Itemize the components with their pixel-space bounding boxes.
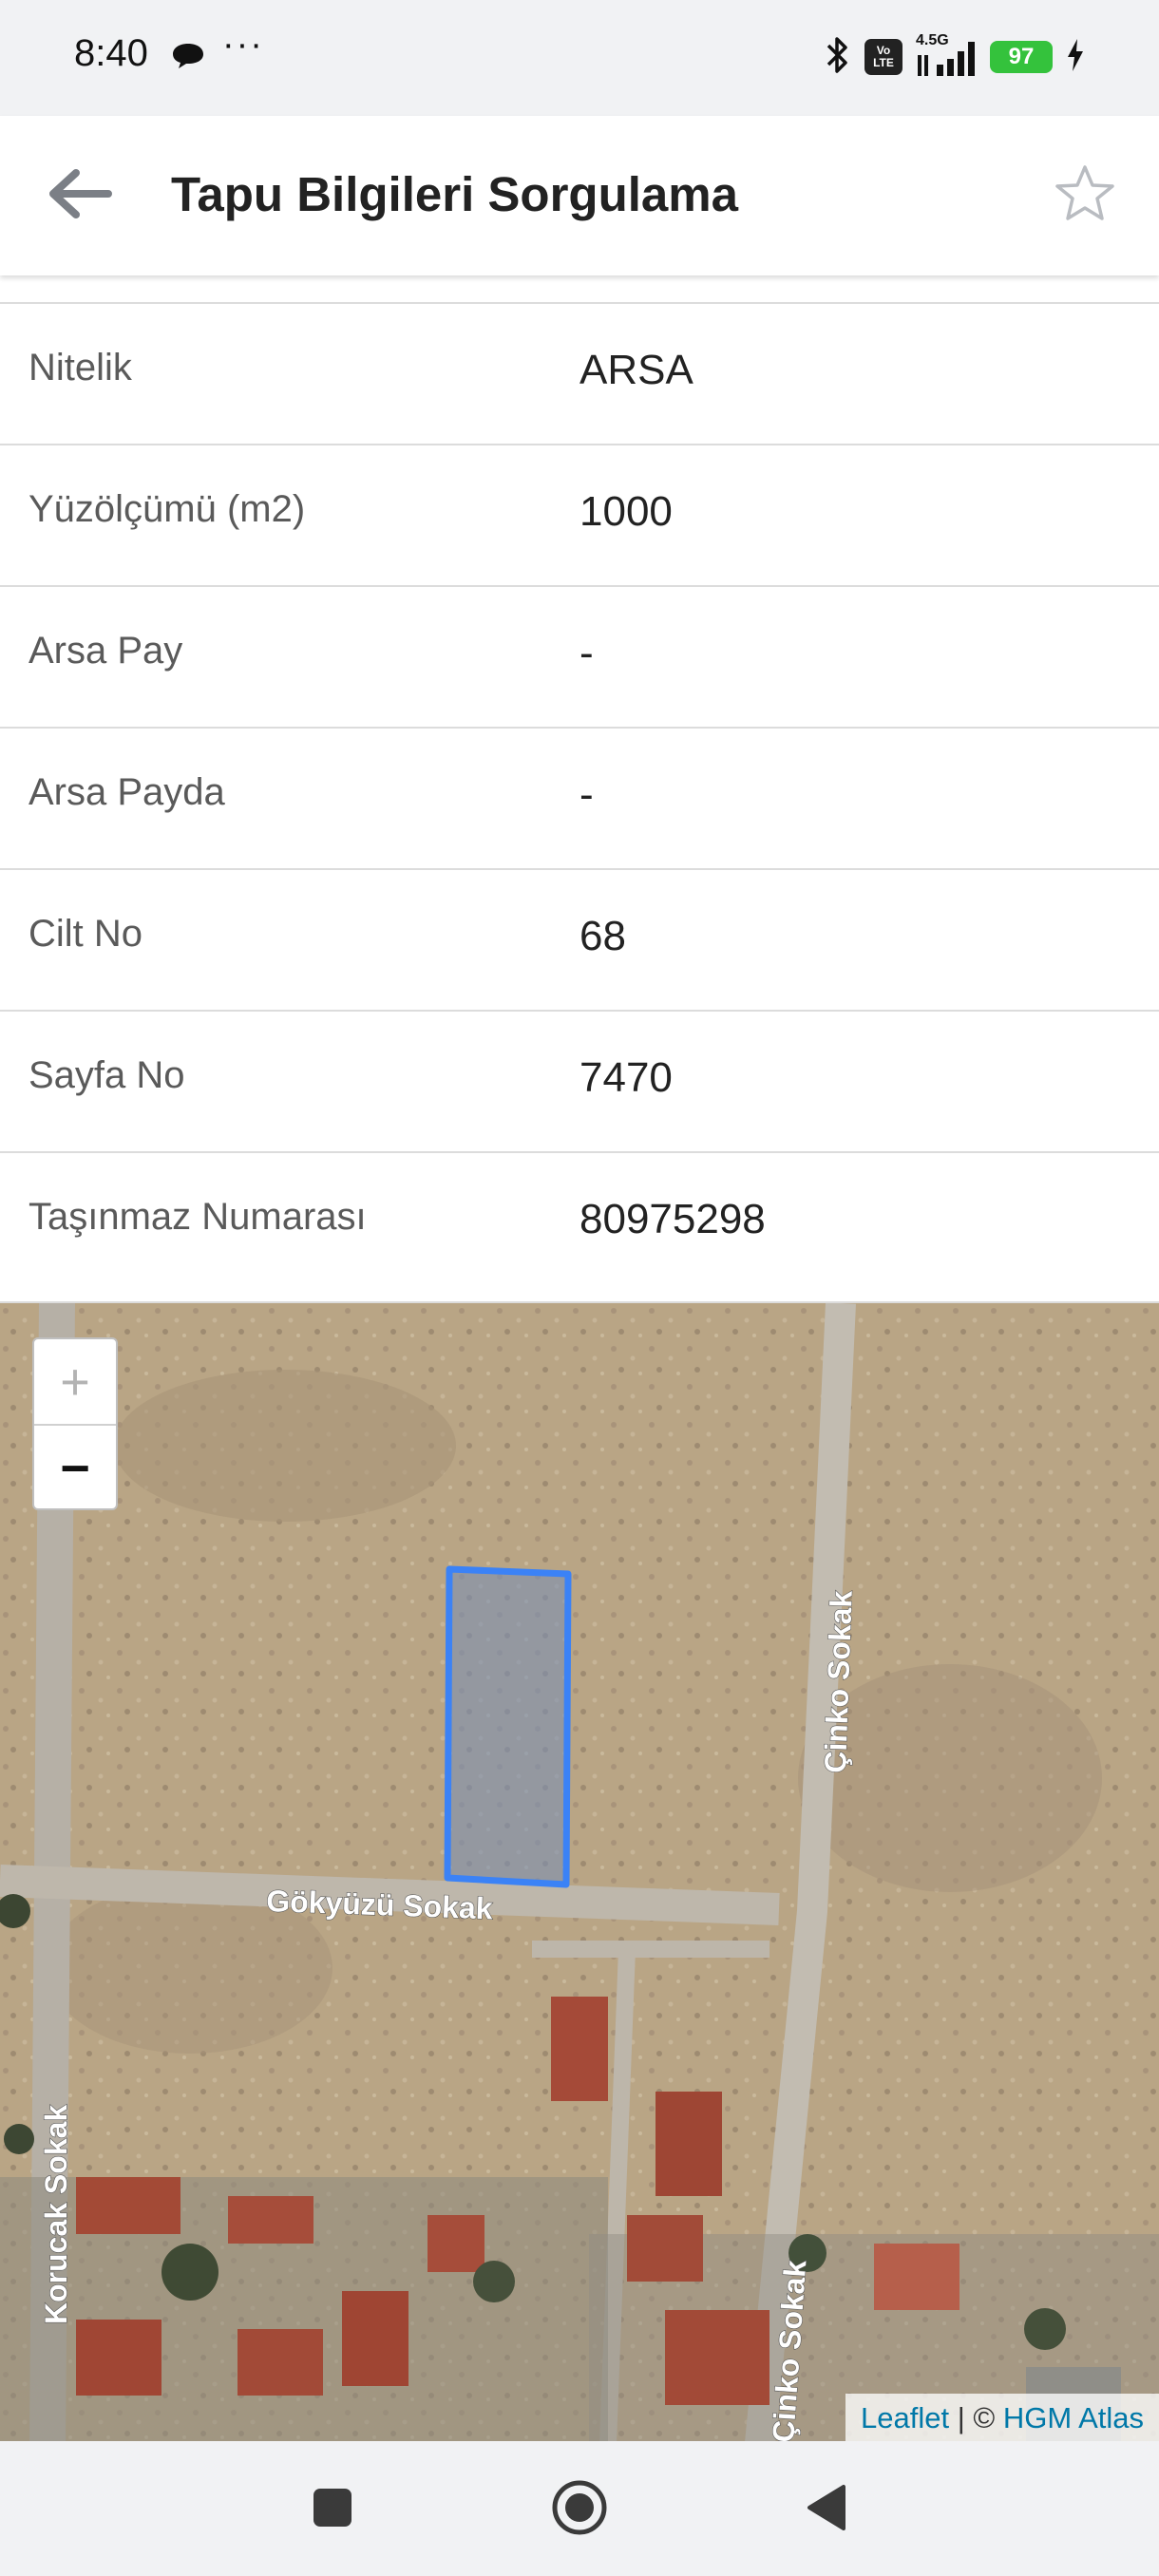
- recents-square-icon: [312, 2487, 353, 2533]
- hgm-atlas-link[interactable]: HGM Atlas: [1003, 2401, 1144, 2434]
- back-button[interactable]: [38, 158, 122, 234]
- row-value: 7470: [580, 1054, 673, 1101]
- leaflet-link[interactable]: Leaflet: [861, 2401, 949, 2434]
- row-value: 80975298: [580, 1196, 766, 1242]
- chat-bubble-icon: [171, 42, 205, 75]
- arrow-left-icon: [46, 167, 114, 225]
- recents-button[interactable]: [293, 2470, 372, 2549]
- row-label: Cilt No: [28, 913, 143, 955]
- table-row: Sayfa No 7470: [0, 1010, 1159, 1151]
- system-nav-bar: [0, 2441, 1159, 2576]
- volte-bottom: LTE: [873, 56, 894, 69]
- map-attribution: Leaflet | © HGM Atlas: [846, 2394, 1159, 2443]
- status-bar: 8:40 ··· Vo LTE 4.5G 97: [0, 0, 1159, 116]
- app-bar: Tapu Bilgileri Sorgulama: [0, 116, 1159, 275]
- table-row: Nitelik ARSA: [0, 302, 1159, 444]
- row-value: 68: [580, 913, 626, 959]
- row-label: Yüzölçümü (m2): [28, 488, 306, 530]
- star-outline-icon: [1054, 164, 1115, 228]
- row-value: 1000: [580, 488, 673, 535]
- row-label: Arsa Payda: [28, 771, 225, 813]
- row-label: Sayfa No: [28, 1054, 185, 1096]
- zoom-in-button[interactable]: +: [34, 1339, 116, 1426]
- zoom-control: + −: [32, 1337, 118, 1510]
- table-row: Yüzölçümü (m2) 1000: [0, 444, 1159, 585]
- battery-level: 97: [990, 41, 1053, 73]
- row-value: -: [580, 630, 594, 676]
- volte-badge: Vo LTE: [864, 39, 902, 75]
- details-table: Nitelik ARSA Yüzölçümü (m2) 1000 Arsa Pa…: [0, 302, 1159, 1293]
- status-overflow: ···: [222, 25, 264, 65]
- signal-icon: 4.5G: [916, 32, 977, 78]
- bluetooth-icon: [823, 34, 851, 81]
- row-value: -: [580, 771, 594, 818]
- status-time: 8:40: [74, 32, 148, 74]
- home-circle-icon: [551, 2479, 608, 2541]
- attribution-separator: | ©: [949, 2401, 1003, 2434]
- row-label: Taşınmaz Numarası: [28, 1196, 367, 1238]
- zoom-out-button[interactable]: −: [34, 1426, 116, 1510]
- back-triangle-icon: [804, 2483, 849, 2537]
- page-title: Tapu Bilgileri Sorgulama: [171, 167, 738, 221]
- table-row: Taşınmaz Numarası 80975298: [0, 1151, 1159, 1293]
- favorite-button[interactable]: [1043, 154, 1127, 237]
- home-button[interactable]: [540, 2470, 619, 2549]
- system-back-button[interactable]: [787, 2470, 866, 2549]
- map-view[interactable]: Gökyüzü Sokak Çinko Sokak Korucak Sokak …: [0, 1301, 1159, 2443]
- table-row: Cilt No 68: [0, 868, 1159, 1010]
- charging-icon: [1066, 38, 1085, 77]
- satellite-imagery: Gökyüzü Sokak Çinko Sokak Korucak Sokak …: [0, 1303, 1159, 2443]
- row-label: Nitelik: [28, 347, 132, 388]
- street-label-cinko-upper: Çinko Sokak: [818, 1590, 859, 1773]
- table-row: Arsa Pay -: [0, 585, 1159, 727]
- row-value: ARSA: [580, 347, 694, 393]
- row-label: Arsa Pay: [28, 630, 183, 672]
- table-row: Arsa Payda -: [0, 727, 1159, 868]
- street-label-korucak: Korucak Sokak: [39, 2105, 73, 2324]
